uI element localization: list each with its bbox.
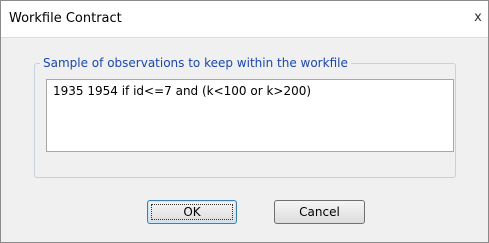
cancel-button[interactable]: Cancel [274,200,365,224]
ok-button[interactable]: OK [147,200,237,224]
ok-button-label: OK [183,205,201,219]
groupbox-legend: Sample of observations to keep within th… [40,56,351,70]
close-icon[interactable]: x [470,9,486,27]
sample-expression-input[interactable]: 1935 1954 if id<=7 and (k<100 or k>200) [46,79,454,152]
workfile-contract-dialog: Workfile Contract x Sample of observatio… [0,0,489,243]
dialog-title: Workfile Contract [9,11,122,26]
cancel-button-label: Cancel [299,205,340,219]
title-bar: Workfile Contract x [1,1,488,38]
